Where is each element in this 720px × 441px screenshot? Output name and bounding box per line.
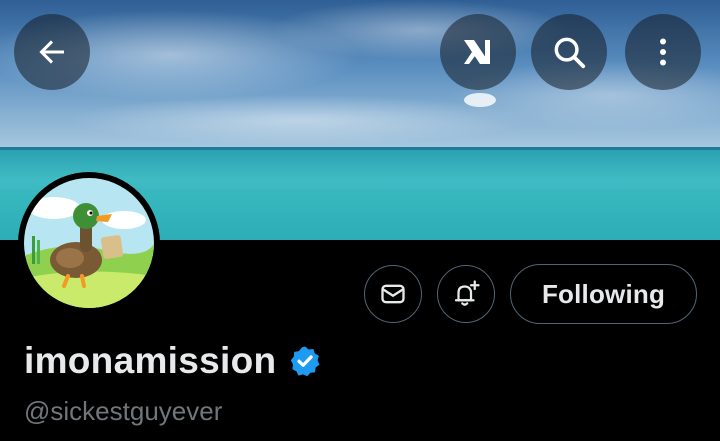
back-button[interactable] — [14, 14, 90, 90]
message-button[interactable] — [364, 265, 422, 323]
more-vertical-icon — [660, 38, 666, 66]
grok-logo-icon — [464, 40, 490, 64]
search-icon — [554, 37, 586, 69]
grok-button[interactable] — [440, 14, 516, 90]
verified-badge-shape — [291, 346, 320, 377]
following-button[interactable]: Following — [510, 264, 697, 324]
notifications-button[interactable] — [437, 265, 495, 323]
following-label: Following — [541, 278, 666, 309]
more-options-button[interactable] — [625, 14, 701, 90]
duck-avatar-image — [24, 178, 154, 308]
bell-plus-icon — [454, 280, 480, 306]
user-handle: @sickestguyever — [24, 396, 223, 426]
display-name: imonamission — [24, 340, 277, 381]
profile-name-row: imonamission — [24, 340, 322, 382]
avatar[interactable] — [24, 178, 154, 308]
avatar-frame[interactable] — [18, 172, 160, 314]
search-button[interactable] — [531, 14, 607, 90]
profile-page: Following imonamission @sickestguyever — [0, 0, 720, 441]
arrow-left-icon — [39, 40, 64, 64]
envelope-icon — [381, 284, 405, 304]
verified-badge-icon[interactable] — [288, 344, 322, 378]
